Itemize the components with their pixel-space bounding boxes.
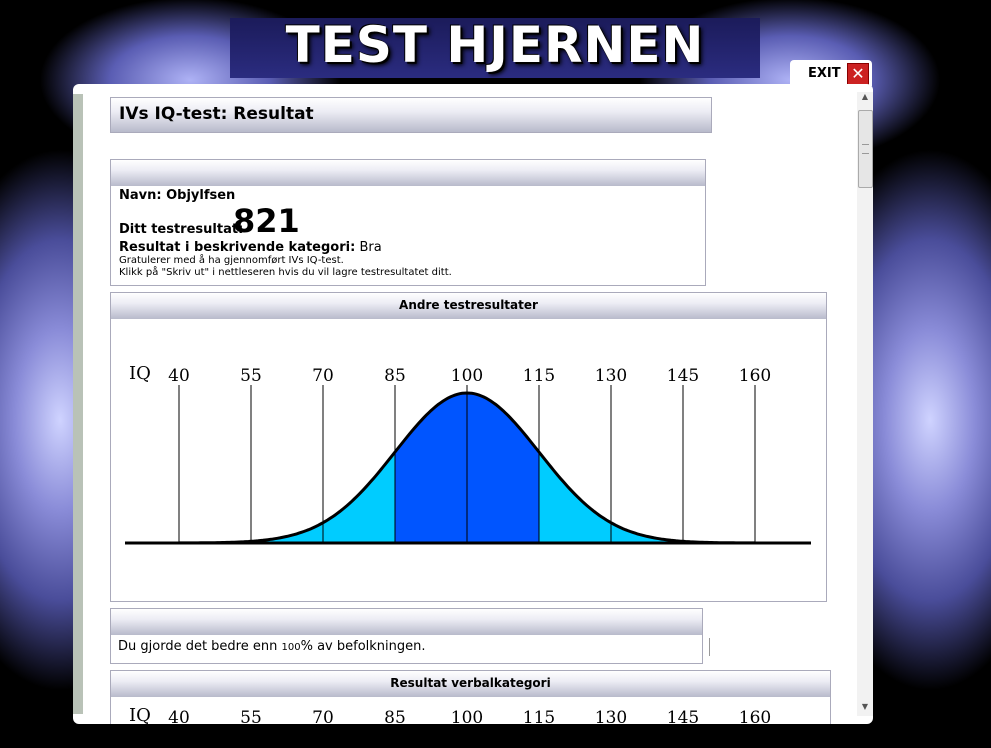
- tick-label: 40: [168, 366, 190, 386]
- name-label: Navn: Objylfsen: [119, 188, 236, 203]
- category-label: Resultat i beskrivende kategori:: [119, 240, 356, 255]
- chart-title: Andre testresultater: [399, 298, 538, 312]
- percentile-suffix: % av befolkningen.: [300, 639, 426, 654]
- tick-label: 145: [667, 366, 699, 386]
- print-hint: Klikk på "Skriv ut" i nettleseren hvis d…: [119, 267, 452, 278]
- tick-label: 55: [240, 708, 262, 724]
- tick-label: 70: [312, 708, 334, 724]
- tick-label: 115: [523, 708, 555, 724]
- scroll-up-arrow-icon[interactable]: ▲: [857, 92, 873, 106]
- title-panel: IVs IQ-test: Resultat: [110, 97, 712, 133]
- score-label: Ditt testresultat:: [119, 222, 244, 237]
- tick-label: 70: [312, 366, 334, 386]
- page-title: IVs IQ-test: Resultat: [119, 104, 314, 124]
- percentile-text: Du gjorde det bedre enn 100% av befolkni…: [118, 639, 426, 654]
- tick-label: 130: [595, 366, 627, 386]
- panel-header: [111, 160, 705, 186]
- close-icon[interactable]: ✕: [847, 63, 869, 85]
- tick-label: 130: [595, 708, 627, 724]
- percentile-value: 100: [281, 642, 301, 653]
- result-window: IVs IQ-test: Resultat Navn: Objylfsen Di…: [73, 84, 873, 724]
- scroll-down-arrow-icon[interactable]: ▼: [857, 702, 873, 716]
- tick-label: 100: [451, 366, 483, 386]
- tick-label: 85: [384, 366, 406, 386]
- tick-label: 115: [523, 366, 555, 386]
- exit-label[interactable]: EXIT: [808, 66, 841, 81]
- tick-label: 100: [451, 708, 483, 724]
- left-border: [73, 94, 83, 714]
- category-line: Resultat i beskrivende kategori: Bra: [119, 240, 382, 255]
- tick-label: 55: [240, 366, 262, 386]
- y-axis-label: IQ: [129, 363, 151, 384]
- tick-label: 145: [667, 708, 699, 724]
- divider: [709, 638, 710, 656]
- percentile-prefix: Du gjorde det bedre enn: [118, 639, 278, 654]
- congrats-text: Gratulerer med å ha gjennomført IVs IQ-t…: [119, 255, 344, 266]
- verbal-iq-chart: IQ 40 55 70 85 100 115 130 145 160: [129, 705, 771, 724]
- site-title: TEST HJERNEN: [285, 16, 705, 74]
- panel-header: [111, 609, 702, 635]
- y-axis-label: IQ: [129, 705, 151, 724]
- verbal-chart-title: Resultat verbalkategori: [390, 676, 551, 690]
- score-value: 821: [233, 202, 300, 240]
- scrollbar-thumb[interactable]: [858, 110, 873, 188]
- iq-distribution-chart: IQ 40 55 70 85 100 115 130 145 160: [125, 363, 811, 545]
- verbal-chart-panel: Resultat verbalkategori IQ 40 55 70 85 100 115…: [110, 670, 831, 724]
- tick-label: 160: [739, 366, 771, 386]
- category-value: Bra: [359, 240, 382, 255]
- chart-panel: Andre testresultater IQ 40 55 70 85 100 115 130…: [110, 292, 827, 602]
- percentile-panel: Du gjorde det bedre enn 100% av befolkni…: [110, 608, 703, 664]
- tick-label: 160: [739, 708, 771, 724]
- info-panel: Navn: Objylfsen Ditt testresultat: 821 R…: [110, 159, 706, 286]
- tick-label: 85: [384, 708, 406, 724]
- tick-label: 40: [168, 708, 190, 724]
